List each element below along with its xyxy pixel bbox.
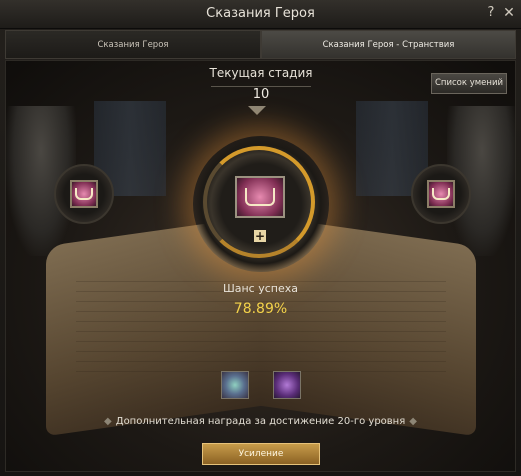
tab-hero-tales[interactable]: Сказания Героя <box>5 30 261 59</box>
success-chance-label: Шанс успеха <box>222 282 298 295</box>
title-bar: Сказания Героя ? ✕ <box>0 0 521 29</box>
book-glyph <box>432 188 450 200</box>
center-enhance-ring: + <box>193 136 329 272</box>
book-glyph <box>245 188 275 206</box>
book-text-lines <box>76 281 446 381</box>
book-glyph <box>75 188 93 200</box>
additional-reward-text: ◆ Дополнительная награда за достижение 20… <box>6 416 515 427</box>
book-icon <box>235 176 285 218</box>
spellbook-icon[interactable] <box>273 371 301 399</box>
center-item-slot[interactable] <box>235 176 285 226</box>
crystal-icon[interactable] <box>221 371 249 399</box>
diamond-icon: ◆ <box>409 416 417 427</box>
tab-hero-tales-wanderings[interactable]: Сказания Героя - Странствия <box>261 30 516 59</box>
help-button[interactable]: ? <box>484 5 498 21</box>
enhance-button[interactable]: Усиление <box>202 443 320 465</box>
additional-reward-label: Дополнительная награда за достижение 20-… <box>115 416 406 427</box>
book-icon <box>427 180 455 208</box>
enhancement-scene: Текущая стадия 10 Список умений + Шанс у… <box>5 60 516 472</box>
add-material-icon[interactable]: + <box>254 230 266 242</box>
current-stage: Текущая стадия 10 <box>191 64 331 104</box>
next-stage-slot[interactable] <box>411 164 471 224</box>
window-title: Сказания Героя <box>206 6 315 21</box>
hero-tales-window: Сказания Героя ? ✕ Сказания Героя Сказан… <box>0 0 521 476</box>
current-stage-value: 10 <box>211 86 311 105</box>
close-icon[interactable]: ✕ <box>502 5 516 21</box>
skill-list-button[interactable]: Список умений <box>431 73 507 94</box>
current-stage-label: Текущая стадия <box>209 66 313 80</box>
diamond-icon: ◆ <box>104 416 112 427</box>
success-chance-value: 78.89% <box>233 301 288 317</box>
stage-pointer-icon <box>248 106 266 115</box>
tab-bar: Сказания Героя Сказания Героя - Странств… <box>5 30 516 59</box>
previous-stage-slot[interactable] <box>54 164 114 224</box>
book-icon <box>70 180 98 208</box>
